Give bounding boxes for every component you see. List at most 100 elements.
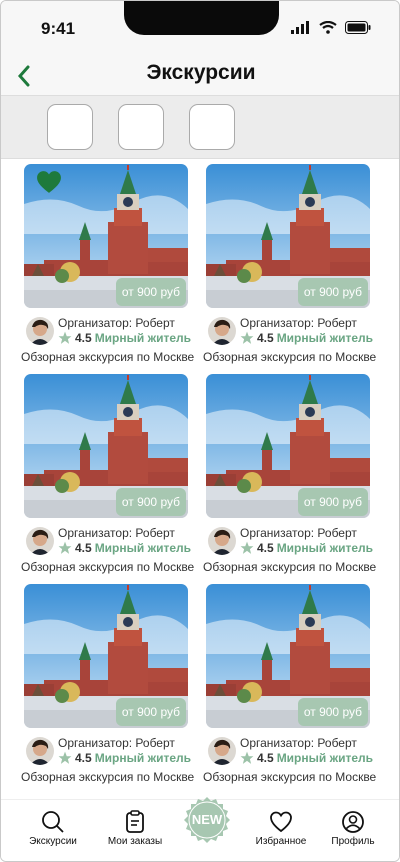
organizer-rank: Мирный житель [276,541,374,555]
excursion-photo[interactable]: от 900 руб [24,164,188,308]
bottom-nav: Экскурсии Мои заказы NEW Избранное Профи… [1,797,399,861]
nav-profile[interactable]: Профиль [313,810,393,847]
organizer-row: Организатор: Роберт 4.5 Мирный житель [24,524,194,558]
excursion-title[interactable]: Обзорная экскурсия по Москве [21,770,194,784]
nav-excursions-label: Экскурсии [29,836,77,847]
organizer-rank: Мирный житель [94,541,192,555]
excursion-title[interactable]: Обзорная экскурсия по Москве [203,560,376,574]
avatar [208,527,236,555]
organizer-row: Организатор: Роберт 4.5 Мирный житель [206,524,376,558]
excursion-title[interactable]: Обзорная экскурсия по Москве [203,350,376,364]
organizer-photo [26,317,54,345]
rating: 4.5 Мирный житель [240,541,373,555]
excursion-title[interactable]: Обзорная экскурсия по Москве [203,770,376,784]
star-icon [58,751,72,764]
organizer-rank: Мирный житель [276,751,374,765]
price-badge: от 900 руб [297,698,368,726]
filter-bar [1,95,399,159]
excursion-title[interactable]: Обзорная экскурсия по Москве [21,350,194,364]
battery-icon [345,21,371,34]
price-badge: от 900 руб [115,278,186,306]
signal-icon [291,21,309,34]
organizer-rank: Мирный житель [276,331,374,345]
rating-value: 4.5 [257,751,274,765]
nav-profile-label: Профиль [331,836,375,847]
excursion-card[interactable]: от 900 руб Организатор: Роберт 4.5 Мирны… [21,164,194,369]
price-badge: от 900 руб [115,698,186,726]
wifi-icon [319,21,337,34]
filter-option-2[interactable] [118,104,164,150]
status-time: 9:41 [41,19,76,38]
star-icon [58,541,72,554]
star-icon [240,541,254,554]
new-badge-label: NEW [191,812,223,827]
nav-excursions[interactable]: Экскурсии [13,810,93,847]
clipboard-icon [126,810,144,833]
price-badge: от 900 руб [297,488,368,516]
header: Экскурсии [1,59,399,95]
status-bar: 9:41 [1,1,399,59]
rating-value: 4.5 [257,541,274,555]
avatar [26,527,54,555]
notch [124,1,279,35]
excursion-card[interactable]: от 900 руб Организатор: Роберт 4.5 Мирны… [203,374,376,579]
organizer-row: Организатор: Роберт 4.5 Мирный житель [24,734,194,768]
excursion-card[interactable]: от 900 руб Организатор: Роберт 4.5 Мирны… [203,584,376,789]
nav-favorites[interactable]: Избранное [241,810,321,847]
organizer-photo [208,527,236,555]
excursion-grid: от 900 руб Организатор: Роберт 4.5 Мирны… [1,159,399,799]
rating: 4.5 Мирный житель [240,331,373,345]
heart-icon [270,811,292,833]
star-icon [240,751,254,764]
price-badge: от 900 руб [115,488,186,516]
page-title: Экскурсии [146,61,256,84]
price-badge: от 900 руб [297,278,368,306]
new-badge-button[interactable]: NEW [181,794,233,846]
organizer-row: Организатор: Роберт 4.5 Мирный житель [206,734,376,768]
rating: 4.5 Мирный житель [58,541,191,555]
filter-option-1[interactable] [47,104,93,150]
filter-option-3[interactable] [189,104,235,150]
organizer-photo [208,737,236,765]
phone-screen: 9:41 Экскурсии от 900 руб Организатор: Р… [0,0,400,862]
organizer-photo [208,317,236,345]
nav-favorites-label: Избранное [255,836,307,847]
excursion-photo[interactable]: от 900 руб [24,374,188,518]
excursion-title[interactable]: Обзорная экскурсия по Москве [21,560,194,574]
avatar [208,317,236,345]
organizer-photo [26,737,54,765]
organizer-row: Организатор: Роберт 4.5 Мирный житель [24,314,194,348]
profile-icon [342,811,364,833]
excursion-card[interactable]: от 900 руб Организатор: Роберт 4.5 Мирны… [21,374,194,579]
star-icon [240,331,254,344]
organizer-name: Организатор: Роберт [58,736,175,750]
star-icon [58,331,72,344]
excursion-photo[interactable]: от 900 руб [206,164,370,308]
excursion-card[interactable]: от 900 руб Организатор: Роберт 4.5 Мирны… [21,584,194,789]
rating-value: 4.5 [75,541,92,555]
avatar [208,737,236,765]
organizer-name: Организатор: Роберт [240,316,357,330]
organizer-name: Организатор: Роберт [240,736,357,750]
organizer-name: Организатор: Роберт [240,526,357,540]
excursion-photo[interactable]: от 900 руб [206,374,370,518]
rating: 4.5 Мирный житель [240,751,373,765]
organizer-row: Организатор: Роберт 4.5 Мирный житель [206,314,376,348]
organizer-name: Организатор: Роберт [58,316,175,330]
rating-value: 4.5 [75,331,92,345]
organizer-name: Организатор: Роберт [58,526,175,540]
rating-value: 4.5 [75,751,92,765]
nav-orders[interactable]: Мои заказы [95,810,175,847]
organizer-photo [26,527,54,555]
excursion-card[interactable]: от 900 руб Организатор: Роберт 4.5 Мирны… [203,164,376,369]
organizer-rank: Мирный житель [94,331,192,345]
favorite-heart-icon[interactable] [36,170,62,194]
status-icons [291,21,371,34]
excursion-photo[interactable]: от 900 руб [206,584,370,728]
rating: 4.5 Мирный житель [58,751,191,765]
rating: 4.5 Мирный житель [58,331,191,345]
avatar [26,317,54,345]
search-icon [42,811,64,833]
excursion-photo[interactable]: от 900 руб [24,584,188,728]
nav-orders-label: Мои заказы [107,836,163,847]
